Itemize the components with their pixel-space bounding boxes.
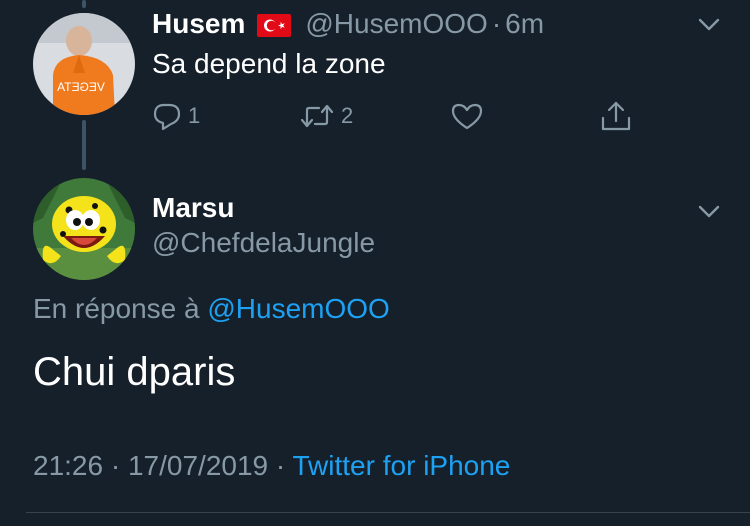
reply-context: En réponse à @HusemOOO (33, 293, 390, 325)
chevron-down-icon[interactable] (695, 10, 723, 38)
tweet-metadata: 21:26 · 17/07/2019 · Twitter for iPhone (33, 450, 510, 482)
turkey-flag-icon (257, 12, 292, 37)
tweet-source-link[interactable]: Twitter for iPhone (293, 450, 511, 481)
separator-dot: · (110, 450, 121, 481)
tweet-header: Husem @HusemOOO · 6m (152, 8, 544, 40)
heart-icon (450, 101, 484, 131)
thread-connector-top (82, 0, 86, 8)
reply-icon (152, 101, 182, 131)
retweet-count: 2 (341, 103, 354, 128)
avatar-shirt-text: VEGETA (57, 80, 105, 94)
chevron-down-icon[interactable] (695, 197, 723, 225)
divider (26, 512, 750, 513)
avatar[interactable]: VEGETA (33, 13, 135, 115)
reply-prefix: En réponse à (33, 293, 200, 324)
share-icon (598, 98, 634, 134)
tweet-date: 17/07/2019 (127, 450, 269, 481)
tweet-text: Sa depend la zone (152, 48, 386, 79)
tweet-time: 21:26 (33, 450, 104, 481)
tweet-time[interactable]: 6m (505, 8, 544, 40)
reply-mention-link[interactable]: @HusemOOO (207, 293, 389, 324)
retweet-button[interactable]: 2 (299, 98, 353, 134)
like-button[interactable] (450, 98, 484, 134)
reply-button[interactable]: 1 (152, 98, 200, 134)
avatar[interactable] (33, 178, 135, 280)
user-handle[interactable]: @ChefdelaJungle (152, 227, 375, 259)
display-name[interactable]: Marsu (152, 192, 234, 224)
display-name[interactable]: Husem (152, 8, 245, 40)
retweet-icon (299, 101, 335, 131)
reply-count: 1 (188, 103, 201, 128)
user-handle[interactable]: @HusemOOO (305, 8, 487, 40)
separator-dot: · (275, 450, 286, 481)
separator-dot: · (491, 8, 502, 39)
tweet-text: Chui dparis (33, 350, 236, 394)
share-button[interactable] (598, 98, 634, 134)
thread-connector (82, 120, 86, 170)
